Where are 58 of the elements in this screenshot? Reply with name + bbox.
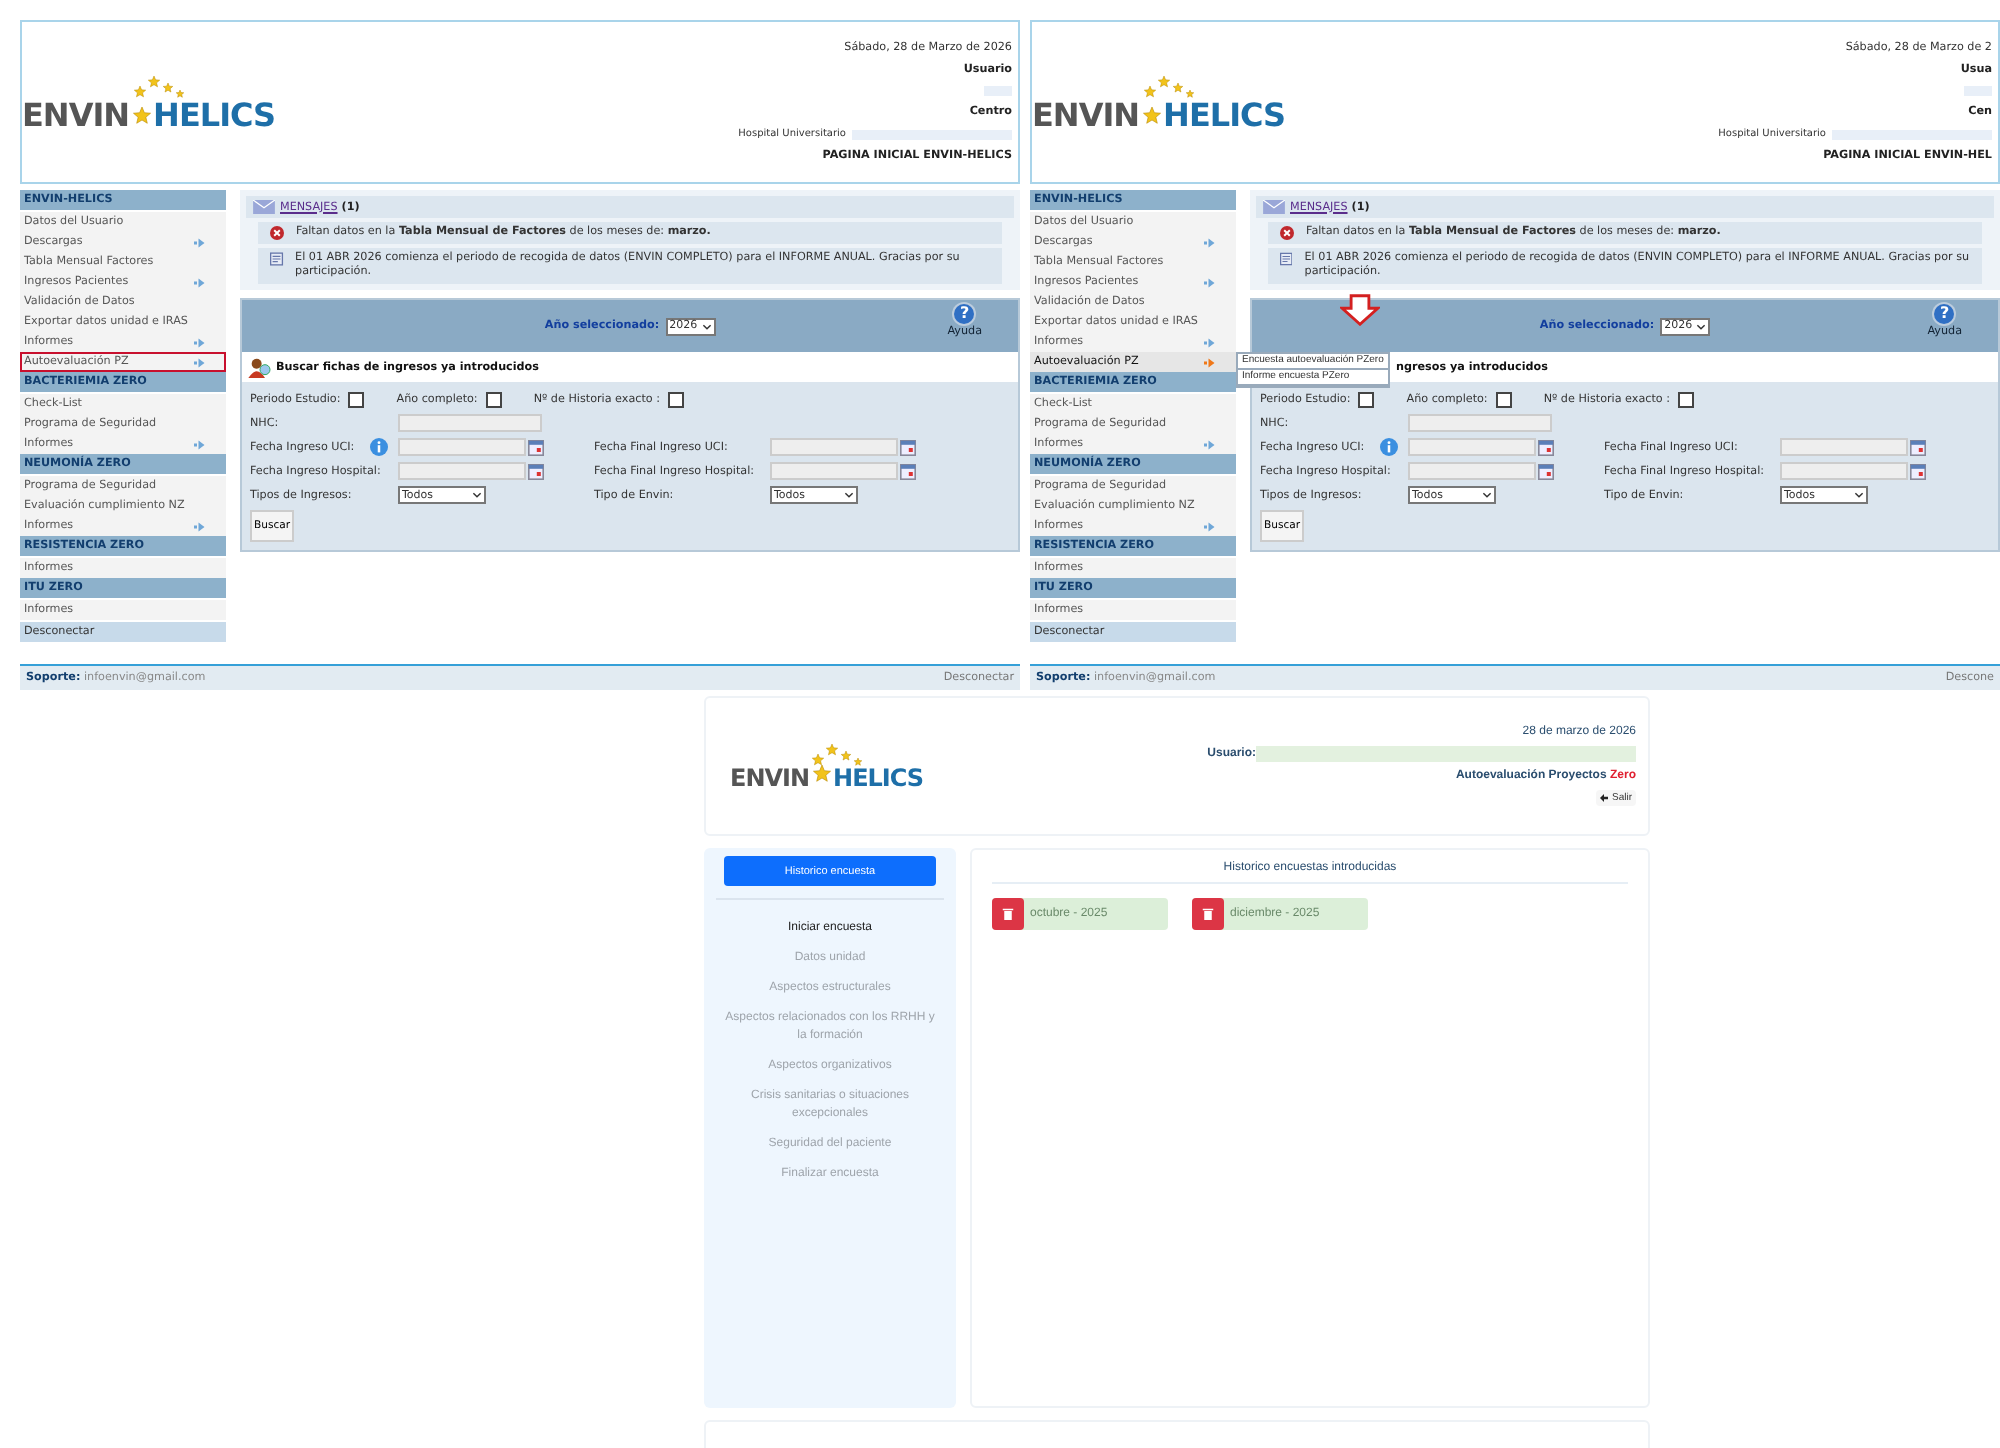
date-input[interactable] bbox=[398, 462, 526, 480]
down-arrow-icon bbox=[1340, 294, 1380, 326]
calendar-icon[interactable] bbox=[900, 463, 916, 479]
date-input[interactable] bbox=[770, 438, 898, 456]
date-input[interactable] bbox=[1408, 438, 1536, 456]
calendar-icon[interactable] bbox=[900, 439, 916, 455]
checkbox[interactable] bbox=[485, 392, 502, 408]
envelope-icon bbox=[252, 200, 276, 214]
checkbox[interactable] bbox=[1495, 392, 1512, 408]
delete-button[interactable] bbox=[1192, 898, 1224, 930]
person-search-icon bbox=[248, 357, 272, 377]
nhc-input[interactable] bbox=[398, 414, 542, 432]
submenu-arrow-icon bbox=[194, 439, 206, 449]
submenu-arrow-icon bbox=[1204, 237, 1216, 247]
submenu-arrow-icon bbox=[194, 237, 206, 247]
exit-arrow-icon bbox=[1599, 794, 1608, 802]
calendar-icon[interactable] bbox=[528, 463, 544, 479]
date-input[interactable] bbox=[1780, 462, 1908, 480]
error-icon bbox=[1280, 226, 1294, 240]
submenu-arrow-icon bbox=[1204, 337, 1216, 347]
submenu-arrow-icon bbox=[194, 521, 206, 531]
envelope-icon bbox=[1262, 200, 1286, 214]
calendar-icon[interactable] bbox=[528, 439, 544, 455]
error-icon bbox=[270, 226, 284, 240]
submenu-arrow-icon bbox=[194, 277, 206, 287]
caret-icon bbox=[472, 492, 482, 498]
caret-icon bbox=[1482, 492, 1492, 498]
trash-icon bbox=[1202, 908, 1214, 920]
date-input[interactable] bbox=[398, 438, 526, 456]
caret-icon bbox=[844, 492, 854, 498]
caret-icon bbox=[701, 323, 712, 329]
envin-helics-logo: ENVIN HELICS bbox=[1032, 71, 1286, 133]
nhc-input[interactable] bbox=[1408, 414, 1552, 432]
delete-button[interactable] bbox=[992, 898, 1024, 930]
trash-icon bbox=[1002, 908, 1014, 920]
calendar-icon[interactable] bbox=[1910, 463, 1926, 479]
submenu-arrow-icon bbox=[1204, 439, 1216, 449]
calendar-icon[interactable] bbox=[1910, 439, 1926, 455]
info-icon[interactable] bbox=[1380, 438, 1399, 456]
caret-icon bbox=[1854, 492, 1864, 498]
date-input[interactable] bbox=[1408, 462, 1536, 480]
submenu-arrow-icon bbox=[194, 337, 206, 347]
envin-helics-logo: ENVIN HELICS bbox=[22, 71, 276, 133]
checkbox[interactable] bbox=[1677, 392, 1694, 408]
caret-icon bbox=[1696, 323, 1707, 329]
info-icon[interactable] bbox=[370, 438, 389, 456]
submenu-arrow-icon bbox=[1204, 357, 1216, 367]
checkbox[interactable] bbox=[1358, 392, 1375, 408]
checkbox[interactable] bbox=[667, 392, 684, 408]
envin-helics-logo: ENVIN HELICS bbox=[730, 740, 924, 792]
calendar-icon[interactable] bbox=[1538, 439, 1554, 455]
date-input[interactable] bbox=[770, 462, 898, 480]
submenu-arrow-icon bbox=[194, 357, 206, 367]
calendar-icon[interactable] bbox=[1538, 463, 1554, 479]
checkbox[interactable] bbox=[348, 392, 365, 408]
submenu-arrow-icon bbox=[1204, 521, 1216, 531]
submenu-arrow-icon bbox=[1204, 277, 1216, 287]
date-input[interactable] bbox=[1780, 438, 1908, 456]
